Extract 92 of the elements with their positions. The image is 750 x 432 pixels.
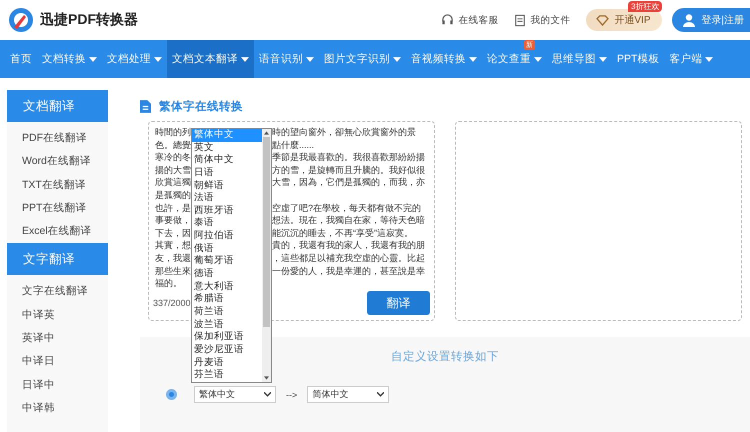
text-fragment: 福的。 [155, 277, 183, 290]
text-fragment: 大雪，因為，它們是孤獨的，而我，亦 [272, 176, 425, 189]
nav-item[interactable]: 文档转换 [37, 40, 102, 78]
down-arrow-icon [264, 376, 269, 380]
translate-button[interactable]: 翻译 [367, 291, 430, 315]
up-arrow-icon [264, 131, 269, 135]
sidebar-heading: 文档翻译 [7, 90, 108, 122]
language-option[interactable]: 朝鲜语 [192, 180, 262, 192]
character-counter: 337/2000 [153, 298, 191, 308]
logo-icon [8, 7, 34, 33]
text-fragment: 想法。現在，我獨自在家，等待天色暗 [272, 214, 425, 227]
text-fragment: 一份愛的人，我是幸運的，甚至說是幸 [272, 264, 425, 278]
text-fragment: 欣賞這獨 [155, 176, 192, 189]
document-icon [140, 100, 151, 112]
text-fragment: 那些生來 [155, 264, 192, 278]
text-fragment: 寒冷的冬 [155, 151, 192, 164]
logo-text: 迅捷PDF转换器 [40, 11, 138, 29]
language-option[interactable]: 西班牙语 [192, 204, 262, 218]
nav-item[interactable]: 语音识别 [254, 40, 319, 78]
text-fragment: 是孤獨的 [155, 188, 192, 202]
text-fragment: 空虛了吧?在學校，每天都有做不完的 [272, 202, 422, 214]
document-icon [514, 14, 526, 26]
nav-item[interactable]: 图片文字识别 [319, 40, 406, 78]
language-option[interactable]: 希腊语 [192, 293, 262, 306]
chevron-icon [264, 392, 271, 397]
user-icon [682, 13, 696, 27]
language-option[interactable]: 荷兰语 [192, 306, 262, 319]
text-fragment: 時間的列 [155, 126, 192, 139]
sidebar-item[interactable]: 中译韩 [7, 396, 108, 420]
language-select[interactable]: 繁体中文 [194, 386, 276, 403]
language-option[interactable]: 阿拉伯语 [192, 230, 262, 243]
language-option[interactable]: 葡萄牙语 [192, 255, 262, 268]
language-option[interactable]: 爱沙尼亚语 [192, 344, 262, 357]
text-fragment: 色。總覺 [155, 138, 192, 152]
text-fragment: 事要做， [155, 214, 192, 227]
language-option[interactable]: 俄语 [192, 242, 262, 256]
sidebar-item[interactable]: 中译日 [7, 350, 108, 374]
text-fragment: 能沉沉的睡去，不再“享受”這寂寞。 [272, 226, 413, 240]
text-fragment: 貴的，我還有我的家人，我還有我的朋 [272, 239, 425, 252]
text-fragment: 其實，想 [155, 239, 192, 252]
sidebar-item[interactable]: Word在线翻译 [7, 150, 108, 174]
sidebar-item[interactable]: 文字在线翻译 [7, 280, 108, 304]
sidebar-item[interactable]: Excel在线翻译 [7, 220, 108, 244]
sidebar-item[interactable]: 中译英 [7, 304, 108, 328]
text-fragment: 揚的大雪 [155, 164, 192, 176]
promo-badge: 3折狂欢 [628, 1, 662, 12]
language-option[interactable]: 简体中文 [192, 154, 262, 167]
language-select[interactable]: 简体中文 [307, 386, 390, 403]
text-fragment: 季節是我最喜歡的。我很喜歡那紛紛揚 [272, 151, 425, 164]
nav-item[interactable]: 首页 [5, 40, 37, 78]
sidebar-item[interactable]: TXT在线翻译 [7, 174, 108, 197]
text-fragment: 時的望向窗外，卻無心欣賞窗外的景 [272, 126, 416, 139]
radio-button[interactable] [166, 389, 177, 400]
header-link[interactable]: 在线客服 [441, 14, 498, 26]
arrow-text: --> [286, 390, 298, 400]
language-option[interactable]: 泰语 [192, 217, 262, 230]
text-fragment: 下去，因 [155, 226, 192, 240]
language-option[interactable]: 保加利亚语 [192, 331, 262, 344]
diamond-icon [596, 14, 610, 26]
text-fragment: 也許，是 [155, 202, 192, 214]
sidebar-heading: 文字翻译 [7, 243, 108, 276]
text-fragment: 友，我還 [155, 252, 192, 265]
text-fragment: 點什麼...... [272, 138, 314, 152]
nav-item[interactable]: 客户端 [664, 40, 718, 78]
nav-item[interactable]: PPT模板 [612, 40, 664, 78]
language-option[interactable]: 芬兰语 [192, 369, 262, 382]
nav-item[interactable]: 思维导图 [547, 40, 612, 78]
scrollbar[interactable] [262, 129, 271, 382]
sidebar-item[interactable]: 日译中 [7, 374, 108, 397]
chevron-icon [377, 392, 384, 397]
nav-item[interactable]: 文档文本翻译 [167, 40, 254, 78]
text-fragment: ，這些都足以補充我空虛的心靈。比起 [272, 252, 425, 265]
headset-icon [441, 14, 454, 26]
page-title: 繁体字在线转换 [159, 99, 243, 114]
header-link[interactable]: 我的文件 [514, 14, 570, 26]
sidebar-item[interactable]: PPT在线翻译 [7, 196, 108, 220]
language-option[interactable]: 德语 [192, 268, 262, 281]
scrollbar-thumb[interactable] [263, 137, 270, 327]
login-button[interactable]: 登录|注册 [672, 8, 750, 32]
sidebar-item[interactable]: 英译中 [7, 327, 108, 350]
language-option[interactable]: 日语 [192, 166, 262, 180]
language-option[interactable]: 丹麦语 [192, 356, 262, 370]
vip-button[interactable]: 开通VIP [586, 9, 662, 31]
nav-item[interactable]: 文档处理 [102, 40, 167, 78]
language-option[interactable]: 英文 [192, 142, 262, 154]
result-text-area[interactable] [455, 121, 742, 321]
text-fragment: 方的雪，是旋轉而且升騰的。我好似很 [272, 164, 425, 176]
language-option[interactable]: 法语 [192, 192, 262, 205]
language-option[interactable]: 意大利语 [192, 280, 262, 294]
language-option[interactable]: 波兰语 [192, 318, 262, 332]
sidebar-item[interactable]: PDF在线翻译 [7, 127, 108, 150]
nav-item[interactable]: 音视频转换 [406, 40, 482, 78]
